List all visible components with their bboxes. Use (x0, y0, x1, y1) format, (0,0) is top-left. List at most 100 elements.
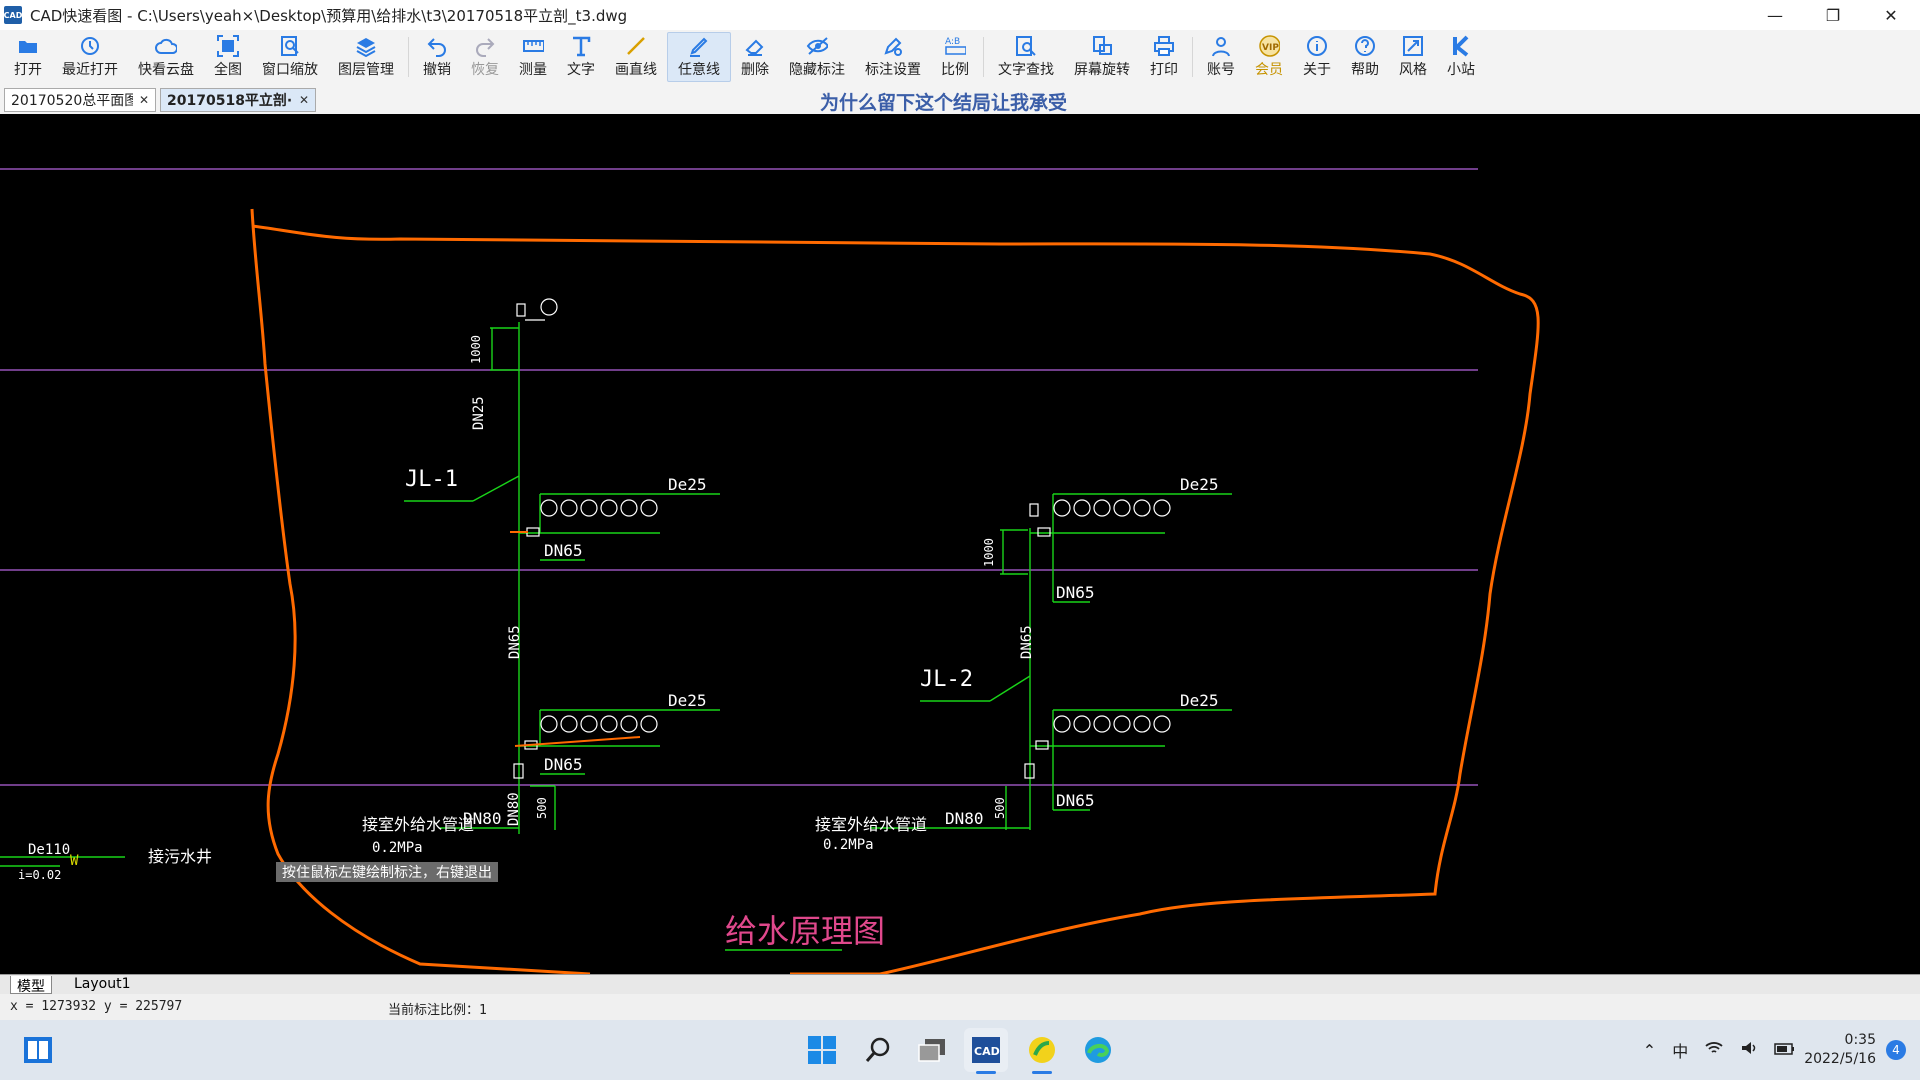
info-icon (1306, 35, 1328, 57)
label-dn65: DN65 (1056, 583, 1095, 602)
open-button[interactable]: 打开 (4, 32, 52, 82)
redo-button[interactable]: 恢复 (461, 32, 509, 82)
window-title: CAD快速看图 - C:\Users\yeah×\Desktop\预算用\给排水… (30, 6, 628, 25)
main-toolbar: 打开 最近打开 快看云盘 全图 窗口缩放 图层管理 撤销 恢复 测量 文字 画直… (0, 30, 1920, 84)
screen-rotate-label: 屏幕旋转 (1074, 62, 1130, 78)
text-search-icon (1015, 35, 1037, 57)
tab-label: 20170520总平面图 (11, 93, 133, 109)
app-icon: CAD (4, 6, 22, 24)
layer-manager-button[interactable]: 图层管理 (328, 32, 404, 82)
draw-line-button[interactable]: 画直线 (605, 32, 667, 82)
undo-button[interactable]: 撤销 (413, 32, 461, 82)
label-jl1: JL-1 (405, 467, 458, 492)
style-label: 风格 (1399, 62, 1427, 78)
label-dn80: DN80 (945, 809, 984, 828)
fit-all-button[interactable]: 全图 (204, 32, 252, 82)
tab-section-drawing[interactable]: 20170518平立剖··· ✕ (160, 88, 316, 112)
account-button[interactable]: 账号 (1197, 32, 1245, 82)
clock[interactable]: 0:35 2022/5/16 (1804, 1031, 1876, 1069)
label-pressure: 0.2MPa (823, 837, 874, 853)
meter-row (1024, 499, 1171, 779)
battery-icon[interactable] (1774, 1041, 1796, 1060)
recent-open-button[interactable]: 最近打开 (52, 32, 128, 82)
close-button[interactable]: ✕ (1862, 0, 1920, 30)
mini-site-button[interactable]: 小站 (1437, 32, 1485, 82)
measure-label: 测量 (519, 62, 547, 78)
toolbar-separator (408, 37, 409, 77)
redo-icon (474, 35, 496, 57)
wifi-icon[interactable] (1704, 1040, 1724, 1060)
taskbar: CAD ⌃ 中 0:35 2022/5/16 4 (0, 1020, 1920, 1080)
cloud-icon (155, 35, 177, 57)
vip-button[interactable]: VIP 会员 (1245, 32, 1293, 82)
start-icon[interactable] (800, 1028, 844, 1072)
text-button[interactable]: 文字 (557, 32, 605, 82)
annotation-settings-button[interactable]: 标注设置 (855, 32, 931, 82)
label-dn65: DN65 (1056, 791, 1095, 810)
layout-tabs: 模型 Layout1 (0, 974, 1920, 995)
print-icon (1153, 35, 1175, 57)
layer-manager-label: 图层管理 (338, 62, 394, 78)
task-view-icon[interactable] (910, 1028, 954, 1072)
window-zoom-icon (279, 35, 301, 57)
drainage-pipe (0, 856, 125, 867)
print-button[interactable]: 打印 (1140, 32, 1188, 82)
cad-drawing: JL-1 JL-2 De25 De25 De25 De25 DN65 DN65 … (0, 168, 1540, 974)
tab-layout1[interactable]: Layout1 (68, 976, 137, 994)
freehand-button[interactable]: 任意线 (667, 32, 731, 82)
edge-icon[interactable] (1076, 1028, 1120, 1072)
window-zoom-button[interactable]: 窗口缩放 (252, 32, 328, 82)
style-button[interactable]: 风格 (1389, 32, 1437, 82)
label-slope: i=0.02 (18, 868, 61, 882)
restore-button[interactable]: ❐ (1804, 0, 1862, 30)
minimize-button[interactable]: — (1746, 0, 1804, 30)
ime-indicator[interactable]: 中 (1672, 1038, 1688, 1062)
chevron-up-icon[interactable]: ⌃ (1643, 1041, 1656, 1060)
desktop-app-icon[interactable] (16, 1028, 60, 1072)
app-yellow-icon[interactable] (1020, 1028, 1064, 1074)
help-icon (1354, 35, 1376, 57)
label-dim-500: 500 (535, 797, 549, 819)
annotation-scale: 当前标注比例：1 (388, 1003, 487, 1018)
video-subtitle: 为什么留下这个结局让我承受 (820, 92, 1068, 114)
about-button[interactable]: 关于 (1293, 32, 1341, 82)
rotate-icon (1091, 35, 1113, 57)
eraser-icon (744, 35, 766, 57)
scale-label: 比例 (941, 62, 969, 78)
label-jl2: JL-2 (920, 667, 973, 692)
fit-all-icon (217, 35, 239, 57)
close-icon[interactable]: ✕ (139, 93, 149, 107)
cad-app-icon[interactable]: CAD (964, 1028, 1008, 1074)
volume-icon[interactable] (1740, 1040, 1758, 1060)
measure-button[interactable]: 测量 (509, 32, 557, 82)
mini-site-label: 小站 (1447, 62, 1475, 78)
notification-badge[interactable]: 4 (1886, 1040, 1906, 1060)
label-de25: De25 (668, 475, 707, 494)
label-dim-500: 500 (993, 797, 1007, 819)
drawing-canvas[interactable]: JL-1 JL-2 De25 De25 De25 De25 DN65 DN65 … (0, 114, 1920, 974)
label-dim-1000: 1000 (982, 538, 996, 567)
history-icon (79, 35, 101, 57)
label-de25: De25 (668, 691, 707, 710)
tab-general-plan[interactable]: 20170520总平面图 ✕ (4, 88, 156, 112)
close-icon[interactable]: ✕ (299, 93, 309, 107)
layers-icon (355, 35, 377, 57)
label-dn65: DN65 (507, 625, 523, 659)
search-icon[interactable] (856, 1028, 900, 1072)
tab-label: 20170518平立剖··· (167, 93, 293, 109)
help-button[interactable]: 帮助 (1341, 32, 1389, 82)
hide-annotation-button[interactable]: 隐藏标注 (779, 32, 855, 82)
text-search-button[interactable]: 文字查找 (988, 32, 1064, 82)
cloud-disk-button[interactable]: 快看云盘 (128, 32, 204, 82)
scale-button[interactable]: A:B 比例 (931, 32, 979, 82)
svg-text:A:B: A:B (945, 37, 960, 47)
delete-button[interactable]: 删除 (731, 32, 779, 82)
tab-model[interactable]: 模型 (10, 976, 52, 995)
text-icon (570, 35, 592, 57)
screen-rotate-button[interactable]: 屏幕旋转 (1064, 32, 1140, 82)
clock-date: 2022/5/16 (1804, 1051, 1876, 1067)
status-bar: x = 1273932 y = 225797 当前标注比例：1 (0, 994, 1920, 1020)
cad-app-label: CAD (974, 1045, 1000, 1058)
fit-all-label: 全图 (214, 62, 242, 78)
label-de25: De25 (1180, 475, 1219, 494)
